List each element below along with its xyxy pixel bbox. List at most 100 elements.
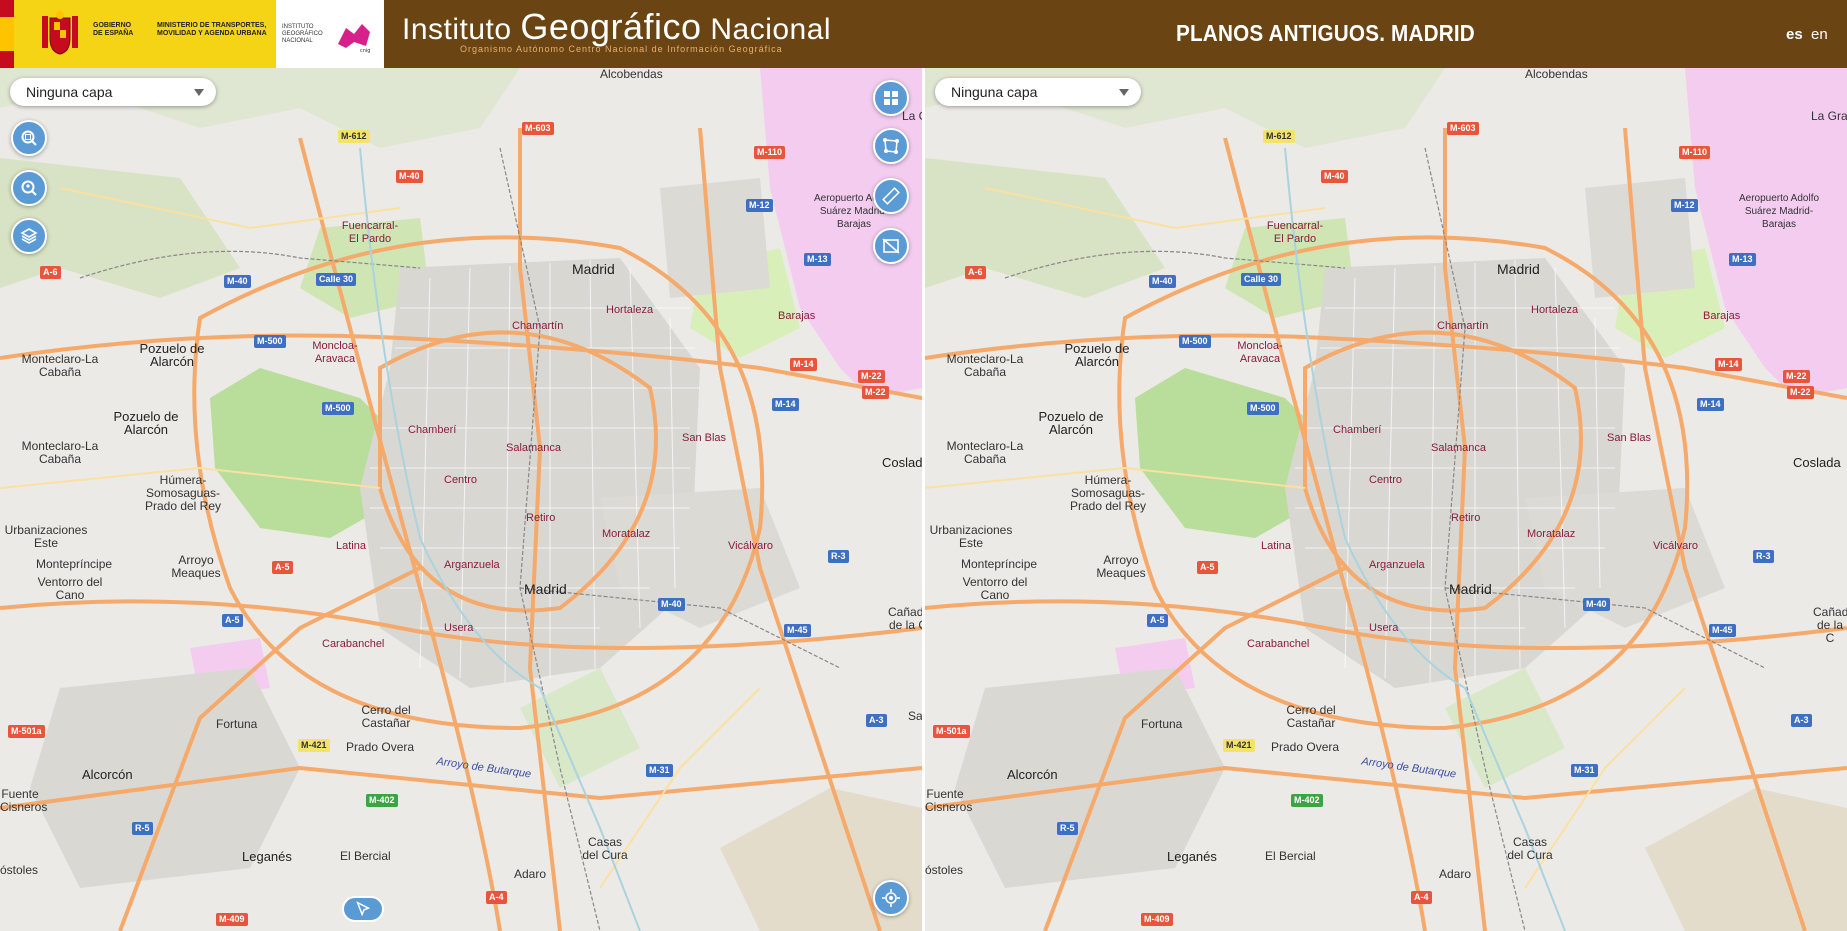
map-label: Moncloa-Aravaca (312, 340, 358, 365)
map-label: Madrid (1497, 261, 1540, 277)
map-label: óstoles (0, 863, 39, 877)
road-shield: A-6 (40, 266, 61, 279)
svg-text:cnig: cnig (360, 48, 370, 54)
hide-layer-button[interactable] (873, 228, 909, 264)
map-label: Centro (1369, 474, 1403, 486)
location-search-icon (21, 180, 37, 196)
ruler-icon (882, 187, 900, 205)
road-shield: Calle 30 (1241, 273, 1282, 286)
road-shield: M-14 (1697, 398, 1724, 411)
map-label: El Bercial (1265, 849, 1316, 863)
government-logo-block[interactable]: GOBIERNO DE ESPAÑA MINISTERIO DE TRANSPO… (0, 0, 384, 68)
draw-polygon-icon (883, 138, 899, 154)
road-shield: M-31 (646, 764, 673, 777)
road-shield: M-421 (298, 739, 330, 752)
road-shield: M-22 (862, 386, 889, 399)
institute-word-1: Instituto (402, 13, 512, 46)
institute-word-2: Geográfico (520, 6, 702, 47)
road-shield: M-421 (1223, 739, 1255, 752)
map-base (925, 68, 1847, 931)
institute-subtitle: Organismo Autónomo Centro Nacional de In… (460, 44, 783, 54)
road-shield: M-22 (1787, 386, 1814, 399)
map-label: Adaro (514, 867, 547, 881)
map-label: La Gra (1811, 109, 1847, 123)
map-label: Urbanizaciones Este (4, 523, 88, 550)
pointer-button[interactable] (342, 896, 384, 922)
location-search-button[interactable] (11, 170, 47, 206)
map-label: Pozuelo de Alarcón (139, 341, 205, 369)
road-shield: M-40 (658, 598, 685, 611)
map-label: Fuencarral-El Pardo (1266, 220, 1324, 245)
map-label: Pozuelo de Alarcón (113, 409, 179, 437)
map-label: Fuente Cisneros (925, 787, 973, 814)
left-map[interactable]: Alcobendas La Gra M-612 M-603 M-40 M-110… (0, 68, 922, 931)
road-shield: R-5 (132, 822, 153, 835)
right-map[interactable]: Alcobendas La Gra M-612 M-603 M-40 M-110… (925, 68, 1847, 931)
map-label: Chamberí (1333, 424, 1382, 436)
map-label: Monteclaro-La Cabaña (21, 352, 99, 379)
map-label: Arganzuela (1369, 559, 1425, 571)
ign-small-text: INSTITUTO GEOGRÁFICO NACIONAL (282, 24, 323, 44)
map-label: Casas del Cura (582, 835, 628, 862)
map-label: Vicálvaro (1653, 540, 1699, 552)
layers-button[interactable] (11, 218, 47, 254)
pointer-icon (356, 901, 371, 917)
page-title: PLANOS ANTIGUOS. MADRID (1176, 20, 1475, 46)
ruler-button[interactable] (873, 178, 909, 214)
map-label: Arroyo Meaques (1096, 553, 1146, 580)
map-label: Cerro del Castañar (1286, 703, 1336, 730)
road-shield: A-4 (486, 891, 507, 904)
ministry-text: MINISTERIO DE TRANSPORTES, MOVILIDAD Y A… (157, 22, 267, 37)
language-es-link[interactable]: es (1786, 26, 1803, 43)
layer-select[interactable]: Ninguna capa (10, 78, 216, 106)
map-label: Arroyo Meaques (171, 553, 221, 580)
map-label: El Bercial (340, 849, 391, 863)
map-label: Madrid (524, 581, 567, 597)
map-label: Monteclaro-La Cabaña (21, 439, 99, 466)
map-label: Prado Overa (346, 740, 415, 754)
map-label: Retiro (526, 512, 556, 524)
locate-button[interactable] (873, 880, 909, 916)
map-label: Casas del Cura (1507, 835, 1553, 862)
map-label: San Blas (682, 432, 727, 444)
map-label: Alcorcón (82, 767, 133, 782)
map-label: Alcobendas (1525, 68, 1588, 81)
road-shield: M-13 (1729, 253, 1756, 266)
map-label: Madrid (1449, 581, 1492, 597)
road-shield: M-612 (338, 130, 370, 143)
map-label: Barajas (778, 310, 816, 322)
map-label: Barajas (1703, 310, 1741, 322)
road-shield: M-501a (933, 725, 970, 738)
coat-of-arms-icon (42, 11, 78, 55)
map-label: Leganés (242, 849, 292, 864)
grid-view-icon (884, 91, 898, 105)
layer-select[interactable]: Ninguna capa (935, 78, 1141, 106)
zoom-area-button[interactable] (11, 120, 47, 156)
road-shield: M-409 (1141, 913, 1173, 926)
road-shield: M-14 (1715, 358, 1742, 371)
language-en-link[interactable]: en (1811, 26, 1828, 43)
map-label: Retiro (1451, 512, 1481, 524)
spain-flag-strip (0, 0, 14, 68)
road-shield: M-22 (858, 370, 885, 383)
road-shield: M-13 (804, 253, 831, 266)
map-label: Alcobendas (600, 68, 663, 81)
locate-icon (882, 889, 900, 907)
road-shield: M-603 (1447, 122, 1479, 135)
map-label: Hortaleza (606, 304, 654, 316)
grid-view-button[interactable] (873, 80, 909, 116)
header-bar: GOBIERNO DE ESPAÑA MINISTERIO DE TRANSPO… (0, 0, 1847, 68)
institute-title[interactable]: Instituto Geográfico Nacional Organismo … (402, 6, 831, 54)
road-shield: A-5 (1197, 561, 1218, 574)
road-shield: Calle 30 (316, 273, 357, 286)
map-label: Arganzuela (444, 559, 500, 571)
map-label: Pozuelo de Alarcón (1038, 409, 1104, 437)
road-shield: A-3 (1791, 714, 1812, 727)
chevron-down-icon (1119, 89, 1129, 96)
draw-polygon-button[interactable] (873, 128, 909, 164)
road-shield: M-501a (8, 725, 45, 738)
map-label: Salamanca (506, 442, 562, 454)
road-shield: M-409 (216, 913, 248, 926)
map-label: Usera (444, 622, 474, 634)
map-label: Ventorro del Cano (962, 575, 1028, 602)
